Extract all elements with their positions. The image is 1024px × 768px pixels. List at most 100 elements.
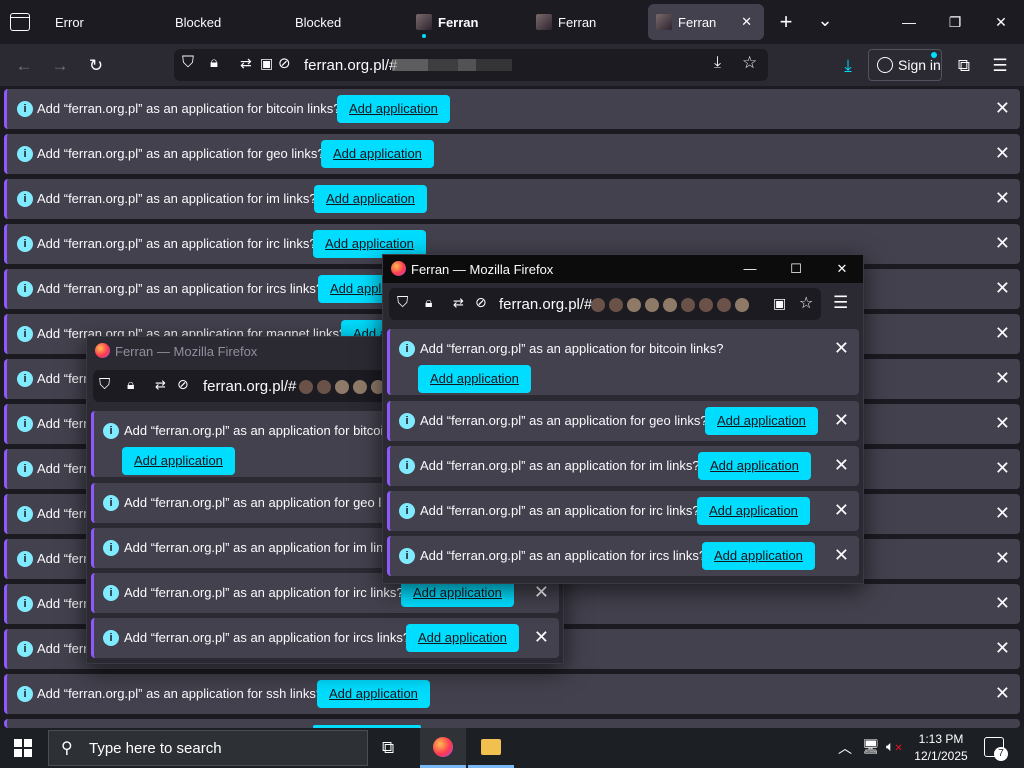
- favicon: [536, 14, 552, 30]
- close-notification-icon[interactable]: ✕: [995, 413, 1010, 434]
- close-notification-icon[interactable]: ✕: [995, 368, 1010, 389]
- file-explorer-icon[interactable]: [468, 728, 514, 768]
- tab-ferran[interactable]: Ferran: [526, 4, 640, 40]
- popup-url-text[interactable]: ferran.org.pl/#: [499, 296, 592, 313]
- popup-menu-icon[interactable]: ☰: [833, 293, 848, 313]
- popup-maximize-button[interactable]: ☐: [773, 255, 819, 283]
- lock-icon[interactable]: 🔒︎: [210, 54, 218, 71]
- windows-start-icon[interactable]: [14, 739, 32, 757]
- shield-icon[interactable]: ⛉: [397, 294, 408, 311]
- reload-icon[interactable]: ↻: [82, 52, 110, 80]
- forward-arrow-icon[interactable]: →: [46, 52, 74, 80]
- add-application-button[interactable]: Add application: [321, 140, 434, 168]
- url-text[interactable]: ferran.org.pl/#: [304, 57, 397, 74]
- close-notification-icon[interactable]: ✕: [995, 323, 1010, 344]
- search-icon: ⚲: [61, 740, 73, 757]
- close-notification-icon[interactable]: ✕: [834, 455, 849, 476]
- close-notification-icon[interactable]: ✕: [995, 593, 1010, 614]
- new-tab-button[interactable]: +: [772, 9, 800, 34]
- shield-icon[interactable]: ⛉: [99, 376, 110, 393]
- volume-muted-icon[interactable]: 🔈︎✕: [886, 738, 903, 755]
- close-notification-icon[interactable]: ✕: [834, 545, 849, 566]
- page-download-icon[interactable]: ⤓: [714, 54, 721, 72]
- back-arrow-icon[interactable]: ←: [10, 52, 38, 80]
- autoplay-blocked-icon[interactable]: ⊘: [278, 54, 291, 72]
- notification-message: Add “ferran.org.pl” as an application fo…: [124, 423, 401, 438]
- add-application-button[interactable]: Add application: [337, 95, 450, 123]
- tab-overview-icon[interactable]: [10, 13, 30, 31]
- minimize-button[interactable]: —: [886, 0, 932, 44]
- account-icon: [877, 57, 893, 73]
- lock-icon[interactable]: 🔒︎: [127, 376, 134, 393]
- close-notification-icon[interactable]: ✕: [995, 548, 1010, 569]
- info-icon: i: [17, 416, 33, 432]
- close-notification-icon[interactable]: ✕: [995, 188, 1010, 209]
- firefox-taskbar-icon[interactable]: [420, 728, 466, 768]
- screen-share-icon[interactable]: ▣: [773, 295, 786, 312]
- add-application-button[interactable]: Add application: [418, 365, 531, 393]
- downloads-icon[interactable]: ⤓: [834, 52, 862, 80]
- close-notification-icon[interactable]: ✕: [834, 410, 849, 431]
- tab-list-icon[interactable]: ⌄: [812, 8, 838, 32]
- notification-message: Add “ferr: [37, 596, 88, 611]
- popup-title-bar[interactable]: Ferran — Mozilla Firefox — ☐ ✕: [383, 255, 863, 283]
- close-window-button[interactable]: ✕: [978, 0, 1024, 44]
- popup-url-bar[interactable]: ⛉ 🔒︎ ⇄ ⊘ ferran.org.pl/#: [93, 370, 393, 402]
- permissions-icon[interactable]: ⇄: [453, 295, 464, 311]
- add-application-button[interactable]: Add application: [698, 452, 811, 480]
- tab-ferran-selected[interactable]: Ferran ✕: [648, 4, 764, 40]
- close-notification-icon[interactable]: ✕: [995, 143, 1010, 164]
- tab-error[interactable]: Error: [44, 4, 158, 40]
- add-application-button[interactable]: Add application: [122, 447, 235, 475]
- close-notification-icon[interactable]: ✕: [995, 233, 1010, 254]
- tab-blocked[interactable]: Blocked: [284, 4, 398, 40]
- close-notification-icon[interactable]: ✕: [995, 278, 1010, 299]
- notification-message: Add “ferr: [37, 641, 88, 656]
- close-notification-icon[interactable]: ✕: [834, 338, 849, 359]
- close-notification-icon[interactable]: ✕: [834, 500, 849, 521]
- autoplay-blocked-icon[interactable]: ⊘: [475, 294, 487, 311]
- bookmark-star-icon[interactable]: ☆: [799, 293, 813, 313]
- shield-icon[interactable]: ⛉: [182, 54, 194, 72]
- firefox-popup-window[interactable]: Ferran — Mozilla Firefox — ☐ ✕ ⛉ 🔒︎ ⇄ ⊘ …: [382, 254, 864, 584]
- autoplay-blocked-icon[interactable]: ⊘: [177, 376, 189, 393]
- close-notification-icon[interactable]: ✕: [995, 683, 1010, 704]
- close-notification-icon[interactable]: ✕: [995, 503, 1010, 524]
- add-application-button[interactable]: Add application: [406, 624, 519, 652]
- permissions-icon[interactable]: ⇄: [155, 377, 166, 393]
- audio-indicator-dot: [422, 34, 426, 38]
- maximize-button[interactable]: ❐: [932, 0, 978, 44]
- popup-url-text[interactable]: ferran.org.pl/#: [203, 378, 296, 395]
- tab-close-icon[interactable]: ✕: [741, 14, 752, 30]
- lock-icon[interactable]: 🔒︎: [425, 294, 432, 311]
- close-notification-icon[interactable]: ✕: [995, 98, 1010, 119]
- menu-hamburger-icon[interactable]: ☰: [986, 52, 1014, 80]
- sign-in-button[interactable]: Sign in: [868, 49, 942, 81]
- taskbar-search-box[interactable]: ⚲ Type here to search: [48, 730, 368, 766]
- close-notification-icon[interactable]: ✕: [995, 638, 1010, 659]
- add-application-button[interactable]: Add application: [697, 497, 810, 525]
- screen-share-icon[interactable]: ▣: [260, 55, 273, 72]
- notification-center-icon[interactable]: 7: [984, 737, 1008, 761]
- add-application-button[interactable]: Add application: [317, 680, 430, 708]
- popup-minimize-button[interactable]: —: [727, 255, 773, 283]
- info-icon: i: [17, 191, 33, 207]
- url-bar[interactable]: ⛉ 🔒︎ ⇄ ▣ ⊘ ferran.org.pl/# ⤓ ☆: [174, 49, 768, 81]
- tab-ferran[interactable]: Ferran: [406, 4, 520, 40]
- network-icon[interactable]: 🖥︎: [862, 738, 880, 755]
- popup-close-button[interactable]: ✕: [819, 255, 863, 283]
- add-application-button[interactable]: Add application: [705, 407, 818, 435]
- permissions-icon[interactable]: ⇄: [240, 55, 252, 72]
- add-application-button[interactable]: Add application: [702, 542, 815, 570]
- close-notification-icon[interactable]: ✕: [534, 627, 549, 648]
- add-application-button[interactable]: Add application: [314, 185, 427, 213]
- close-notification-icon[interactable]: ✕: [995, 458, 1010, 479]
- tab-blocked[interactable]: Blocked: [164, 4, 278, 40]
- extensions-icon[interactable]: ⧉: [950, 52, 978, 80]
- close-notification-icon[interactable]: ✕: [534, 582, 549, 603]
- popup-url-bar[interactable]: ⛉ 🔒︎ ⇄ ⊘ ferran.org.pl/# ▣ ☆: [389, 288, 821, 320]
- task-view-icon[interactable]: ⧉: [382, 738, 394, 758]
- bookmark-star-icon[interactable]: ☆: [742, 53, 757, 73]
- hidden-icons-chevron[interactable]: ︿: [838, 738, 852, 758]
- clock[interactable]: 1:13 PM 12/1/2025: [910, 731, 972, 765]
